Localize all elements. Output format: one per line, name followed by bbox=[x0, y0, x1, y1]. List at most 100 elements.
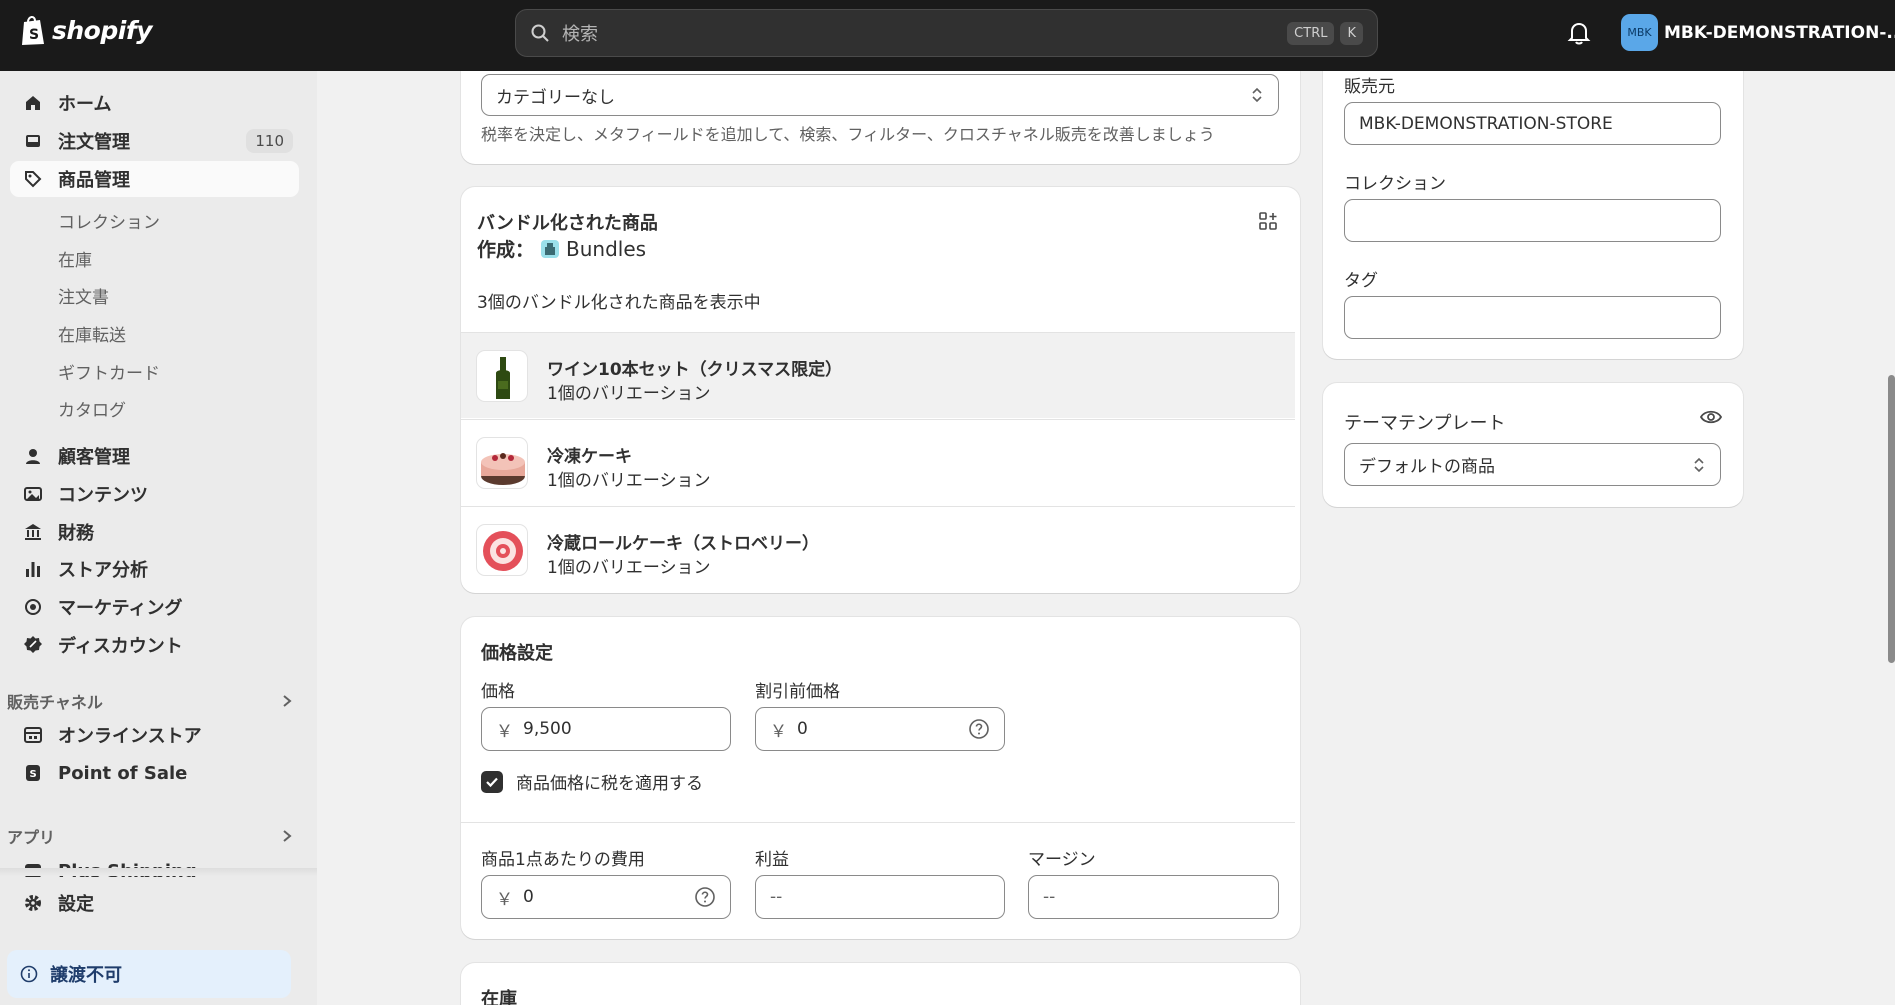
tag-icon bbox=[23, 169, 43, 189]
inbox-icon bbox=[23, 131, 43, 151]
collections-input[interactable] bbox=[1344, 199, 1721, 242]
price-value: 9,500 bbox=[523, 719, 572, 739]
collections-label: コレクション bbox=[1344, 174, 1446, 194]
bank-icon bbox=[23, 522, 43, 542]
nav-home[interactable]: ホーム bbox=[10, 85, 299, 121]
discount-icon bbox=[23, 635, 43, 655]
created-by-app[interactable]: Bundles bbox=[566, 237, 646, 261]
wine-bottle-icon bbox=[496, 357, 510, 399]
nav-purchase-orders[interactable]: 注文書 bbox=[58, 283, 109, 308]
bundle-item-name: 冷蔵ロールケーキ（ストロベリー） bbox=[547, 534, 819, 554]
sidebar-scroll-shadow bbox=[0, 868, 317, 876]
bundle-item-variants: 1個のバリエーション bbox=[547, 558, 711, 578]
image-icon bbox=[23, 484, 43, 504]
tax-checkbox-row[interactable]: 商品価格に税を適用する bbox=[481, 769, 703, 794]
tags-label: タグ bbox=[1344, 271, 1378, 291]
nav-settings-label: 設定 bbox=[58, 894, 94, 915]
nav-catalogs[interactable]: カタログ bbox=[58, 396, 126, 421]
store-name: MBK-DEMONSTRATION-... bbox=[1664, 22, 1895, 43]
checkmark-icon bbox=[486, 777, 498, 787]
notification-bell-icon[interactable] bbox=[1566, 20, 1592, 46]
inventory-title: 在庫 bbox=[481, 989, 517, 1005]
nav-collections[interactable]: コレクション bbox=[58, 208, 160, 233]
brand-name: shopify bbox=[52, 15, 153, 45]
cake-icon bbox=[481, 453, 525, 485]
pos-icon: S bbox=[23, 763, 43, 783]
tax-checkbox[interactable] bbox=[481, 770, 503, 793]
nav-gift-cards[interactable]: ギフトカード bbox=[58, 359, 160, 384]
store-switcher[interactable]: MBK MBK-DEMONSTRATION-... bbox=[1621, 14, 1895, 51]
theme-template-title: テーマテンプレート bbox=[1344, 413, 1506, 434]
profit-label: 利益 bbox=[755, 850, 789, 870]
shopify-logo[interactable]: S shopify bbox=[20, 14, 153, 46]
nav-finance[interactable]: 財務 bbox=[10, 514, 299, 550]
nav-orders-label: 注文管理 bbox=[58, 132, 130, 153]
nav-discounts[interactable]: ディスカウント bbox=[10, 627, 299, 663]
person-icon bbox=[23, 446, 43, 466]
product-thumbnail bbox=[476, 524, 528, 576]
product-thumbnail bbox=[476, 437, 528, 489]
nav-pos-label: Point of Sale bbox=[58, 762, 188, 784]
margin-value: -- bbox=[1043, 887, 1056, 907]
sales-channels-heading[interactable]: 販売チャネル bbox=[7, 689, 103, 713]
compare-at-price-input[interactable]: ￥ 0 bbox=[755, 707, 1005, 751]
currency-symbol: ￥ bbox=[496, 889, 513, 910]
roll-cake-icon bbox=[483, 531, 523, 571]
svg-text:S: S bbox=[29, 27, 39, 43]
home-icon bbox=[23, 93, 43, 113]
nav-inventory[interactable]: 在庫 bbox=[58, 246, 92, 271]
theme-template-select[interactable]: デフォルトの商品 bbox=[1344, 443, 1721, 486]
eye-icon[interactable] bbox=[1699, 407, 1723, 427]
vendor-input[interactable]: MBK-DEMONSTRATION-STORE bbox=[1344, 102, 1721, 145]
nav-transfers[interactable]: 在庫転送 bbox=[58, 321, 126, 346]
category-select-value: カテゴリーなし bbox=[496, 87, 615, 108]
nav-analytics-label: ストア分析 bbox=[58, 560, 148, 581]
nav-marketing[interactable]: マーケティング bbox=[10, 589, 299, 625]
product-organization-card: 販売元 MBK-DEMONSTRATION-STORE コレクション タグ bbox=[1323, 40, 1743, 359]
search-icon bbox=[531, 24, 549, 42]
category-select[interactable]: カテゴリーなし bbox=[481, 74, 1279, 116]
vendor-value: MBK-DEMONSTRATION-STORE bbox=[1359, 113, 1613, 134]
nav-online-store[interactable]: オンラインストア bbox=[10, 717, 299, 753]
tags-input[interactable] bbox=[1344, 296, 1721, 339]
nav-content[interactable]: コンテンツ bbox=[10, 476, 299, 512]
cost-per-item-input[interactable]: ￥ 0 bbox=[481, 875, 731, 919]
nav-marketing-label: マーケティング bbox=[58, 598, 183, 619]
nav-analytics[interactable]: ストア分析 bbox=[10, 551, 299, 587]
price-input[interactable]: ￥ 9,500 bbox=[481, 707, 731, 751]
help-question-icon[interactable] bbox=[694, 886, 716, 908]
select-chevron-icon bbox=[1252, 87, 1262, 103]
apps-heading[interactable]: アプリ bbox=[7, 824, 55, 848]
help-question-icon[interactable] bbox=[968, 718, 990, 740]
bundles-app-icon bbox=[541, 239, 560, 258]
shortcut-key-ctrl: CTRL bbox=[1287, 21, 1335, 45]
bundles-created-by: 作成： Bundles bbox=[477, 235, 646, 262]
price-label: 価格 bbox=[481, 682, 515, 702]
created-by-label: 作成： bbox=[477, 239, 535, 261]
search-placeholder: 検索 bbox=[562, 24, 598, 45]
bundle-item-variants: 1個のバリエーション bbox=[547, 471, 711, 491]
bundle-item-row[interactable]: 冷蔵ロールケーキ（ストロベリー） 1個のバリエーション bbox=[461, 506, 1295, 592]
nav-settings[interactable]: 設定 bbox=[10, 885, 299, 921]
currency-symbol: ￥ bbox=[770, 721, 787, 742]
svg-text:S: S bbox=[30, 769, 37, 780]
nav-customers[interactable]: 顧客管理 bbox=[10, 438, 299, 474]
nav-orders[interactable]: 注文管理 110 bbox=[10, 123, 299, 159]
nav-home-label: ホーム bbox=[58, 94, 112, 115]
nav-products-label: 商品管理 bbox=[58, 170, 130, 191]
non-transferable-notice[interactable]: 譲渡不可 bbox=[7, 950, 291, 998]
nav-products[interactable]: 商品管理 bbox=[10, 161, 299, 197]
nav-point-of-sale[interactable]: S Point of Sale bbox=[10, 755, 299, 791]
nav-customers-label: 顧客管理 bbox=[58, 447, 130, 468]
manage-bundle-icon[interactable] bbox=[1258, 211, 1278, 231]
chevron-right-icon[interactable] bbox=[280, 694, 294, 708]
compare-at-price-label: 割引前価格 bbox=[755, 682, 840, 702]
store-icon bbox=[23, 725, 43, 745]
bundle-item-row[interactable]: ワイン10本セット（クリスマス限定） 1個のバリエーション bbox=[461, 332, 1295, 418]
chevron-right-icon[interactable] bbox=[280, 829, 294, 843]
bundle-item-name: 冷凍ケーキ bbox=[547, 447, 632, 467]
page-scrollbar-thumb[interactable] bbox=[1888, 375, 1895, 663]
theme-template-card: テーマテンプレート デフォルトの商品 bbox=[1323, 383, 1743, 507]
bundle-item-row[interactable]: 冷凍ケーキ 1個のバリエーション bbox=[461, 419, 1295, 505]
search-bar[interactable]: 検索 CTRL K bbox=[515, 9, 1378, 57]
